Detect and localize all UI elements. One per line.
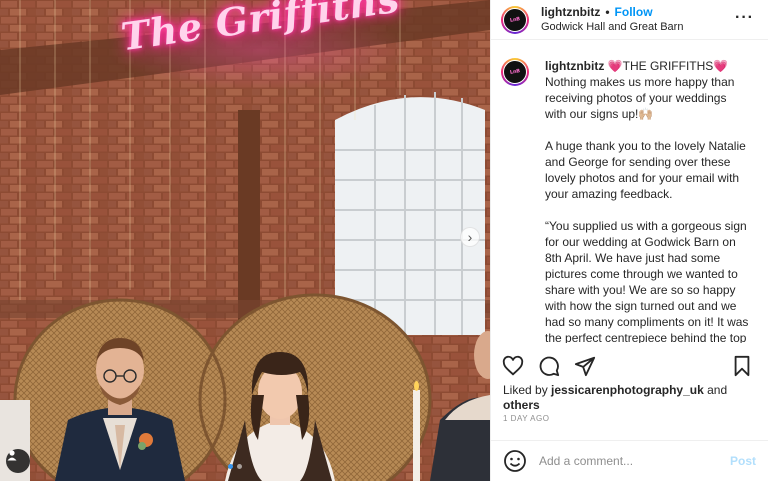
- caption-line: Nothing makes us more happy than receivi…: [545, 75, 735, 121]
- carousel-indicator: [228, 464, 242, 469]
- liked-by-user-link[interactable]: jessicarenphotography_uk: [551, 383, 704, 397]
- likes-summary: Liked by jessicarenphotography_uk and ot…: [503, 383, 727, 413]
- paper-plane-icon[interactable]: [573, 354, 597, 378]
- follow-button[interactable]: Follow: [615, 5, 653, 19]
- likes-others-link[interactable]: others: [503, 398, 540, 412]
- user-icon: [7, 450, 17, 461]
- more-options-icon[interactable]: ···: [735, 10, 754, 26]
- post-comment-button[interactable]: Post: [730, 454, 756, 468]
- post-details-panel: LnB lightznbitz • Follow Godwick Hall an…: [490, 0, 768, 481]
- action-bar: [501, 352, 754, 380]
- caption: LnB lightznbitz 💗THE GRIFFITHS💗 Nothing …: [501, 58, 756, 343]
- caption-text: lightznbitz 💗THE GRIFFITHS💗 Nothing make…: [545, 58, 749, 343]
- carousel-dot: [237, 464, 242, 469]
- header-text: lightznbitz • Follow Godwick Hall and Gr…: [541, 5, 683, 35]
- post-header: LnB lightznbitz • Follow Godwick Hall an…: [491, 0, 768, 40]
- carousel-dot: [228, 464, 233, 469]
- comment-icon[interactable]: [537, 354, 561, 378]
- heart-icon[interactable]: [501, 354, 525, 378]
- caption-paragraph: A huge thank you to the lovely Natalie a…: [545, 139, 746, 201]
- post-timestamp[interactable]: 1 DAY AGO: [503, 414, 549, 423]
- tagged-users-button[interactable]: [6, 449, 30, 473]
- caption-paragraph: “You supplied us with a gorgeous sign fo…: [545, 219, 749, 343]
- wedding-scene-illustration: [0, 0, 490, 481]
- brand-logo: LnB: [509, 68, 521, 76]
- likes-prefix: Liked by: [503, 383, 548, 397]
- separator-dot: •: [605, 4, 610, 19]
- bookmark-icon[interactable]: [730, 354, 754, 378]
- likes-and: and: [707, 383, 728, 397]
- post-photo[interactable]: The Griffiths ›: [0, 0, 490, 481]
- username-link[interactable]: lightznbitz: [541, 5, 600, 19]
- caption-username[interactable]: lightznbitz: [545, 59, 604, 73]
- caption-heading: 💗THE GRIFFITHS💗: [607, 59, 729, 73]
- comment-input[interactable]: [539, 454, 730, 468]
- location-link[interactable]: Godwick Hall and Great Barn: [541, 21, 683, 34]
- brand-logo: LnB: [509, 15, 521, 24]
- comment-bar: Post: [491, 440, 768, 481]
- avatar[interactable]: LnB: [501, 5, 529, 34]
- emoji-icon[interactable]: [503, 449, 527, 473]
- avatar[interactable]: LnB: [501, 58, 529, 86]
- carousel-next-button[interactable]: ›: [460, 227, 480, 247]
